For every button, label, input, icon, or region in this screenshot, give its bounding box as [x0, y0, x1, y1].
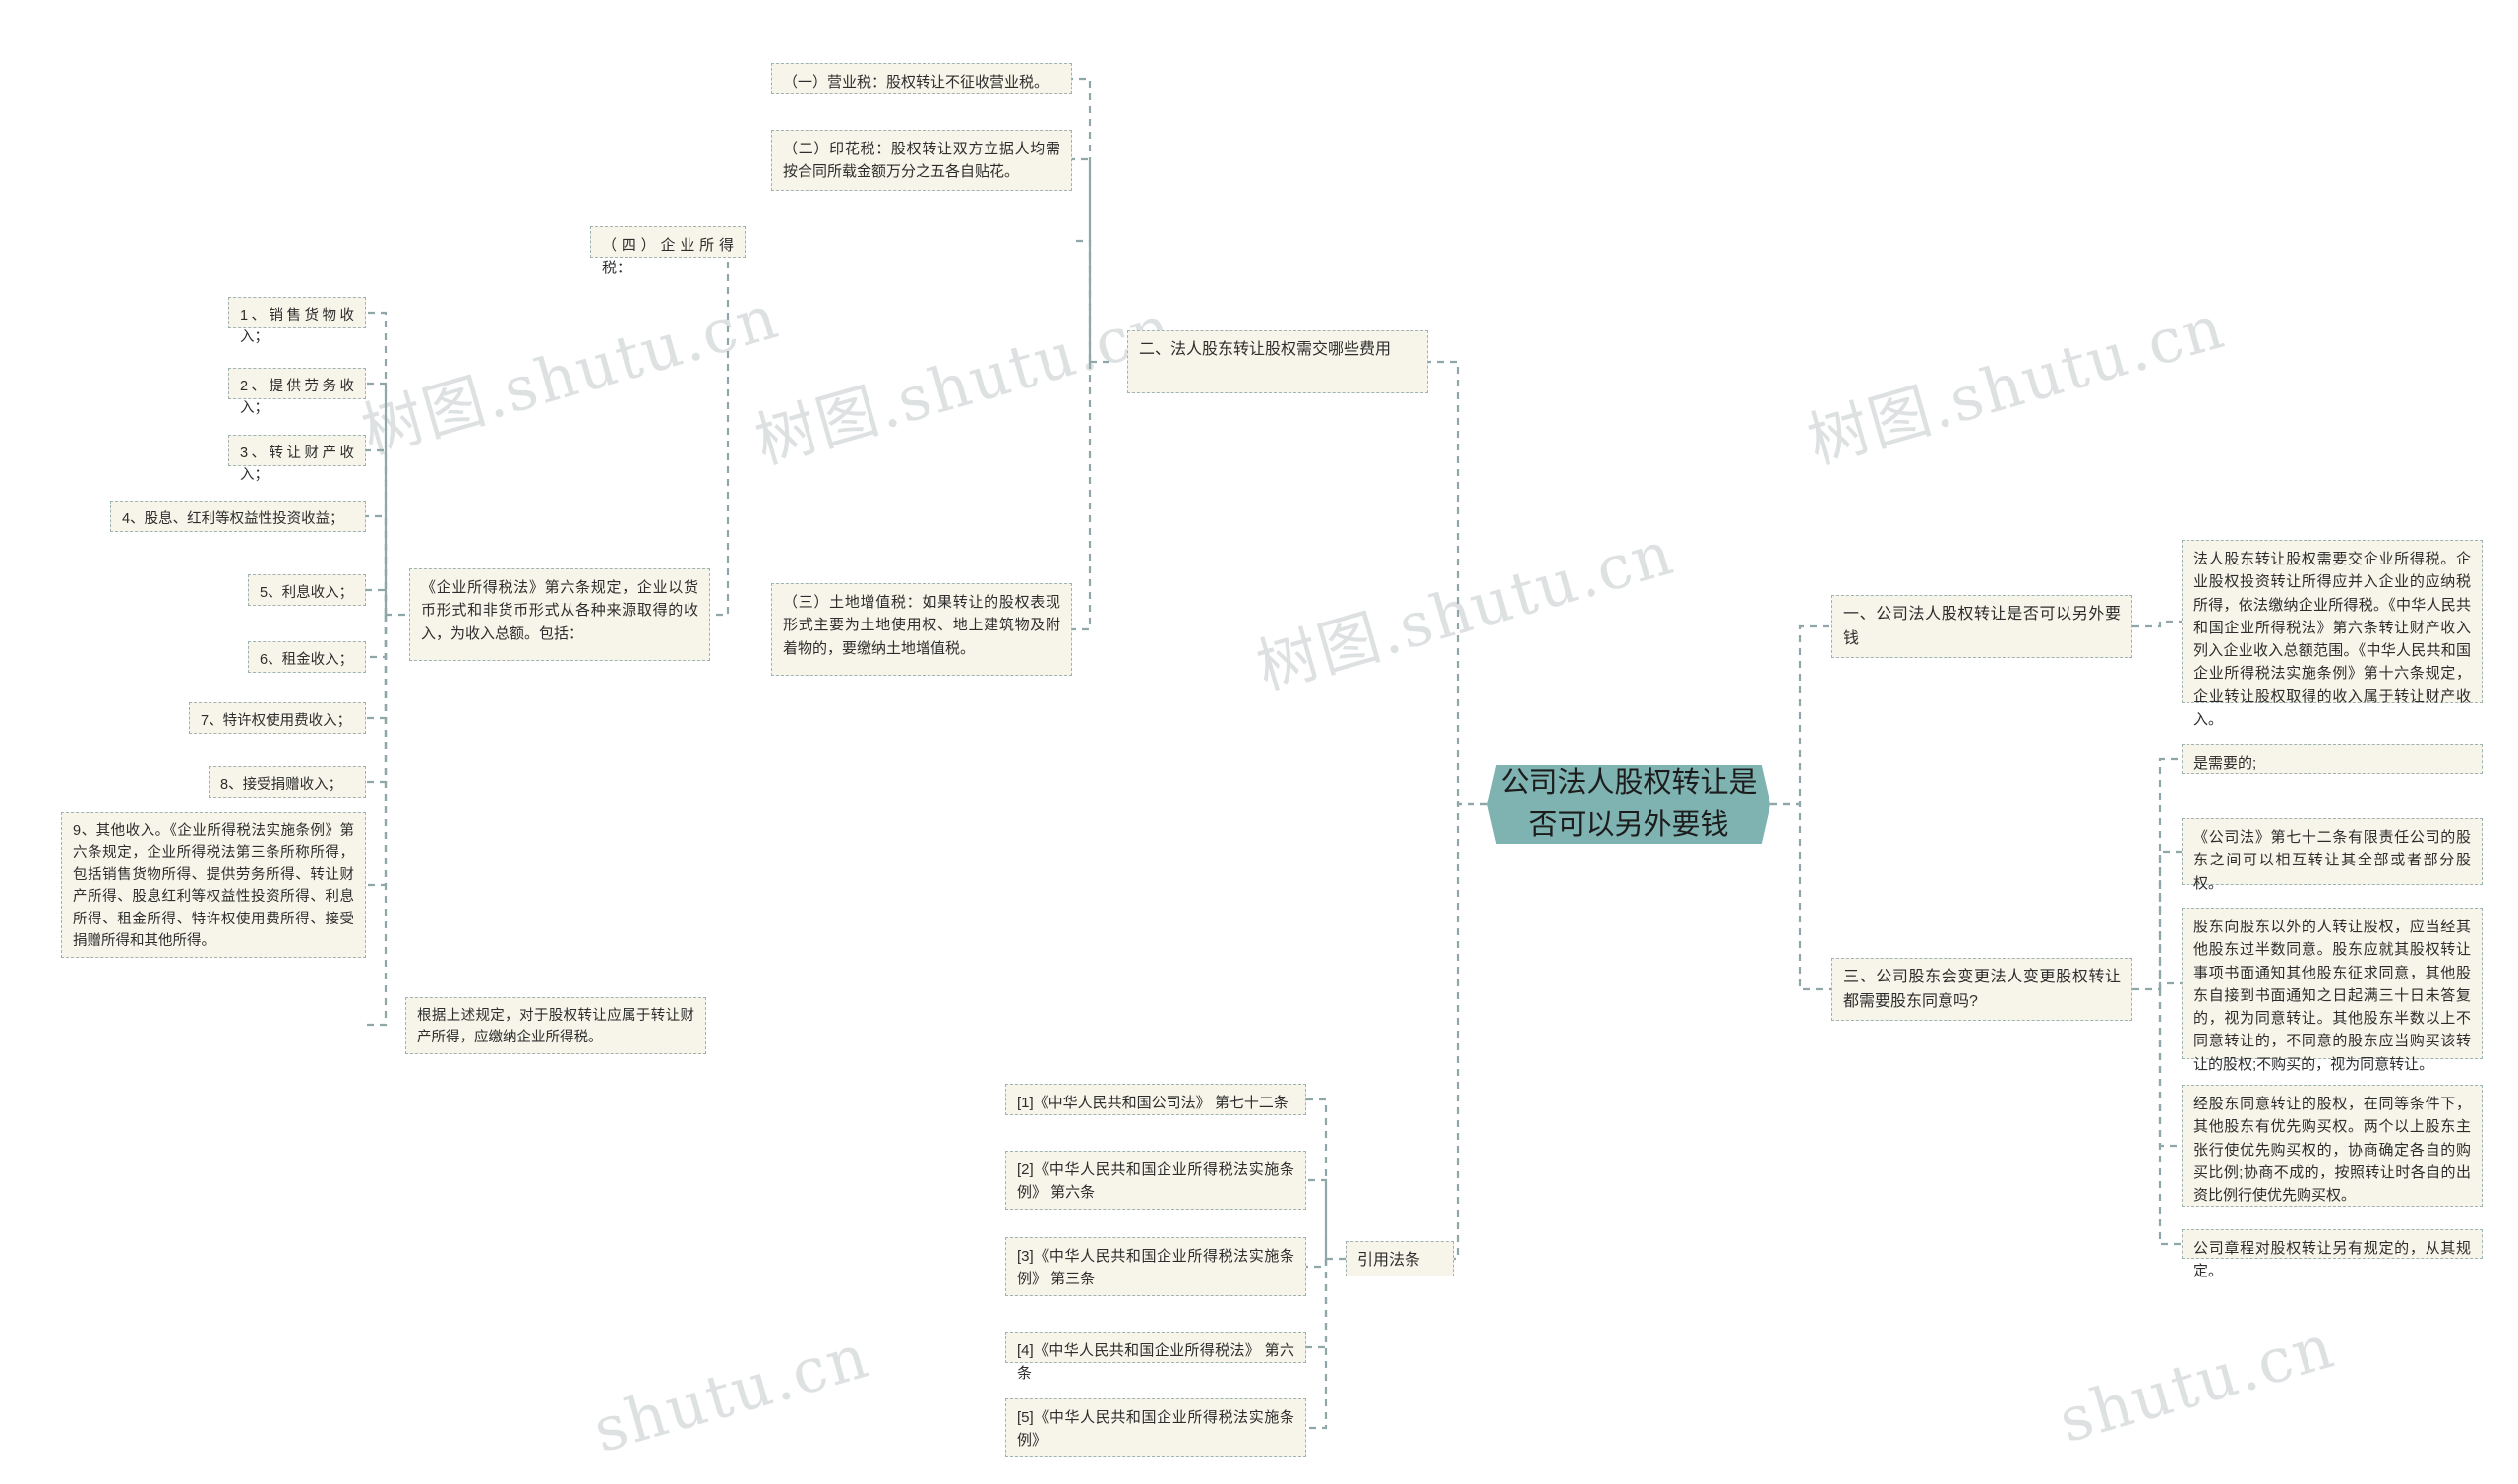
extra-money-detail[interactable]: 法人股东转让股权需要交企业所得税。企业股权投资转让所得应并入企业的应纳税所得，依… [2182, 540, 2483, 728]
center-topic[interactable]: 公司法人股权转让是否可以另外要钱 [1487, 765, 1770, 844]
corporate-tax-intro[interactable]: 《企业所得税法》第六条规定，企业以货币形式和非货币形式从各种来源取得的收入，为收… [409, 568, 710, 661]
fee-business-tax[interactable]: （一）营业税：股权转让不征收营业税。 [771, 63, 1072, 94]
income-item-4[interactable]: 4、股息、红利等权益性投资收益； [110, 501, 366, 532]
shareholder-consent-detail-3[interactable]: 股东向股东以外的人转让股权，应当经其他股东过半数同意。股东应就其股权转让事项书面… [2182, 908, 2483, 1073]
watermark: 树图.shutu.cn [1248, 516, 1682, 704]
income-item-6[interactable]: 6、租金收入； [248, 641, 366, 673]
income-item-7[interactable]: 7、特许权使用费收入； [189, 702, 366, 734]
watermark: 树图.shutu.cn [353, 280, 787, 468]
shareholder-consent-detail-2[interactable]: 《公司法》第七十二条有限责任公司的股东之间可以相互转让其全部或者部分股权。 [2182, 818, 2483, 892]
income-item-8[interactable]: 8、接受捐赠收入； [209, 766, 366, 798]
branch-shareholder-consent[interactable]: 三、公司股东会变更法人变更股权转让都需要股东同意吗? [1831, 958, 2132, 1021]
branch-extra-money[interactable]: 一、公司法人股权转让是否可以另外要钱 [1831, 595, 2132, 658]
income-item-1[interactable]: 1、销售货物收入； [228, 297, 366, 345]
watermark: 树图.shutu.cn [1799, 290, 2233, 478]
income-item-3[interactable]: 3、转让财产收入； [228, 435, 366, 483]
shareholder-consent-detail-5[interactable]: 公司章程对股权转让另有规定的，从其规定。 [2182, 1229, 2483, 1279]
watermark: 树图.shutu.cn [747, 290, 1180, 478]
corporate-tax-conclusion[interactable]: 根据上述规定，对于股权转让应属于转让财产所得，应缴纳企业所得税。 [405, 997, 706, 1054]
shareholder-consent-detail-1[interactable]: 是需要的; [2182, 744, 2483, 774]
citation-item-5[interactable]: [5]《中华人民共和国企业所得税法实施条例》 [1005, 1398, 1306, 1457]
citation-item-2[interactable]: [2]《中华人民共和国企业所得税法实施条例》 第六条 [1005, 1151, 1306, 1210]
citation-item-3[interactable]: [3]《中华人民共和国企业所得税法实施条例》 第三条 [1005, 1237, 1306, 1296]
shareholder-consent-detail-4[interactable]: 经股东同意转让的股权，在同等条件下，其他股东有优先购买权。两个以上股东主张行使优… [2182, 1085, 2483, 1207]
income-item-9[interactable]: 9、其他收入。《企业所得税法实施条例》第六条规定，企业所得税法第三条所称所得，包… [61, 812, 366, 958]
citation-item-4[interactable]: [4]《中华人民共和国企业所得税法》 第六条 [1005, 1332, 1306, 1382]
mindmap-canvas: 树图.shutu.cn 树图.shutu.cn 树图.shutu.cn 树图.s… [0, 0, 2518, 1484]
fee-stamp-tax[interactable]: （二）印花税：股权转让双方立据人均需按合同所载金额万分之五各自贴花。 [771, 130, 1072, 191]
income-item-2[interactable]: 2、提供劳务收入； [228, 368, 366, 416]
income-item-5[interactable]: 5、利息收入； [248, 574, 366, 606]
branch-citations[interactable]: 引用法条 [1346, 1241, 1454, 1276]
watermark: shutu.cn [585, 1319, 877, 1467]
branch-fees[interactable]: 二、法人股东转让股权需交哪些费用 [1127, 330, 1428, 393]
citation-item-1[interactable]: [1]《中华人民共和国公司法》 第七十二条 [1005, 1084, 1306, 1115]
watermark: shutu.cn [2051, 1309, 2343, 1457]
fee-land-vat[interactable]: （三）土地增值税：如果转让的股权表现形式主要为土地使用权、地上建筑物及附着物的，… [771, 583, 1072, 676]
fee-corporate-income-tax-label[interactable]: （四）企业所得税： [590, 226, 746, 276]
